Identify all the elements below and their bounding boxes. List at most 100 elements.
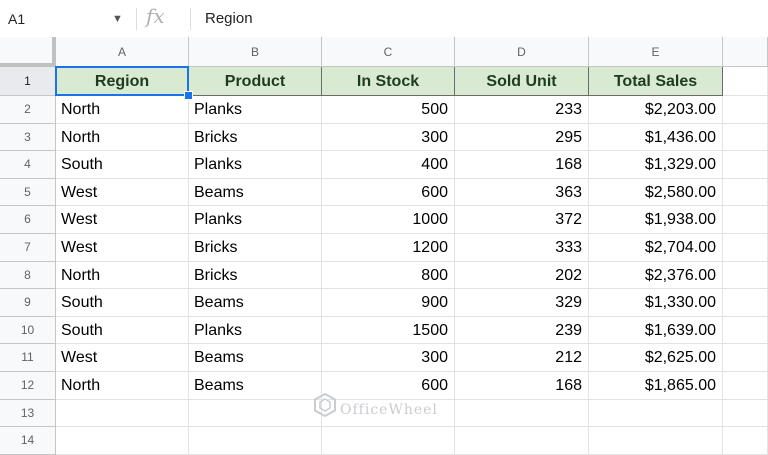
fill-handle[interactable] — [184, 91, 193, 100]
cell[interactable] — [455, 427, 589, 455]
table-cell[interactable]: $1,330.00 — [589, 289, 723, 317]
row-header-14[interactable]: 14 — [0, 427, 56, 455]
row-header-7[interactable]: 7 — [0, 234, 56, 262]
cell[interactable] — [189, 399, 322, 428]
table-cell[interactable]: $2,203.00 — [589, 96, 723, 124]
table-cell[interactable]: 372 — [455, 206, 589, 234]
table-cell[interactable]: 333 — [455, 234, 589, 262]
header-cell[interactable]: Sold Unit — [455, 67, 589, 96]
header-cell[interactable]: Total Sales — [589, 67, 723, 96]
cell[interactable] — [723, 372, 768, 400]
table-cell[interactable]: West — [56, 178, 189, 207]
table-cell[interactable]: West — [56, 234, 189, 262]
column-header-e[interactable]: E — [589, 37, 723, 67]
table-cell[interactable]: $1,938.00 — [589, 206, 723, 234]
header-cell[interactable]: Region — [56, 67, 189, 96]
cell[interactable] — [723, 427, 768, 455]
row-header-4[interactable]: 4 — [0, 151, 56, 179]
select-all-corner[interactable] — [0, 37, 56, 67]
table-cell[interactable]: 1500 — [322, 316, 455, 345]
chevron-down-icon[interactable]: ▼ — [112, 6, 123, 32]
row-header-6[interactable]: 6 — [0, 206, 56, 234]
cell[interactable] — [723, 316, 768, 345]
table-cell[interactable]: 233 — [455, 96, 589, 124]
table-cell[interactable]: 168 — [455, 372, 589, 400]
table-cell[interactable]: 212 — [455, 344, 589, 372]
table-cell[interactable]: Bricks — [189, 234, 322, 262]
table-cell[interactable]: Planks — [189, 206, 322, 234]
table-cell[interactable]: Beams — [189, 372, 322, 400]
name-box[interactable]: A1 ▼ — [0, 6, 133, 32]
cell[interactable] — [56, 427, 189, 455]
cell[interactable] — [723, 123, 768, 152]
cell[interactable] — [723, 67, 768, 96]
cell[interactable] — [723, 234, 768, 262]
table-cell[interactable]: 1200 — [322, 234, 455, 262]
table-cell[interactable]: $1,329.00 — [589, 151, 723, 179]
cell[interactable] — [56, 399, 189, 428]
table-cell[interactable]: Bricks — [189, 123, 322, 152]
row-header-10[interactable]: 10 — [0, 316, 56, 345]
row-header-11[interactable]: 11 — [0, 344, 56, 372]
column-header-c[interactable]: C — [322, 37, 455, 67]
column-header-b[interactable]: B — [189, 37, 322, 67]
table-cell[interactable]: 300 — [322, 123, 455, 152]
table-cell[interactable]: $1,865.00 — [589, 372, 723, 400]
table-cell[interactable]: South — [56, 151, 189, 179]
table-cell[interactable]: West — [56, 206, 189, 234]
header-cell[interactable]: Product — [189, 67, 322, 96]
table-cell[interactable]: North — [56, 96, 189, 124]
cell[interactable] — [723, 206, 768, 234]
table-cell[interactable]: Beams — [189, 289, 322, 317]
table-cell[interactable]: 400 — [322, 151, 455, 179]
cell[interactable] — [589, 427, 723, 455]
table-cell[interactable]: 300 — [322, 344, 455, 372]
cell[interactable] — [455, 399, 589, 428]
table-cell[interactable]: Planks — [189, 316, 322, 345]
row-header-13[interactable]: 13 — [0, 399, 56, 428]
cell[interactable] — [589, 399, 723, 428]
table-cell[interactable]: West — [56, 344, 189, 372]
table-cell[interactable]: South — [56, 289, 189, 317]
table-cell[interactable]: 1000 — [322, 206, 455, 234]
table-cell[interactable]: $1,436.00 — [589, 123, 723, 152]
table-cell[interactable]: 600 — [322, 178, 455, 207]
formula-input[interactable]: Region — [205, 6, 253, 32]
cell[interactable] — [322, 427, 455, 455]
row-header-2[interactable]: 2 — [0, 96, 56, 124]
cell[interactable] — [189, 427, 322, 455]
table-cell[interactable]: 363 — [455, 178, 589, 207]
table-cell[interactable]: North — [56, 123, 189, 152]
table-cell[interactable]: 329 — [455, 289, 589, 317]
cell[interactable] — [723, 344, 768, 372]
header-cell[interactable]: In Stock — [322, 67, 455, 96]
cell[interactable] — [723, 151, 768, 179]
column-header-blank[interactable] — [723, 37, 768, 67]
table-cell[interactable]: 900 — [322, 289, 455, 317]
table-cell[interactable]: 500 — [322, 96, 455, 124]
table-cell[interactable]: $2,704.00 — [589, 234, 723, 262]
table-cell[interactable]: Planks — [189, 151, 322, 179]
row-header-3[interactable]: 3 — [0, 123, 56, 152]
table-cell[interactable]: $1,639.00 — [589, 316, 723, 345]
table-cell[interactable]: $2,376.00 — [589, 261, 723, 290]
table-cell[interactable]: 239 — [455, 316, 589, 345]
row-header-12[interactable]: 12 — [0, 372, 56, 400]
cell[interactable] — [723, 399, 768, 428]
table-cell[interactable]: North — [56, 372, 189, 400]
cell[interactable] — [723, 96, 768, 124]
table-cell[interactable]: Beams — [189, 178, 322, 207]
table-cell[interactable]: South — [56, 316, 189, 345]
table-cell[interactable]: 800 — [322, 261, 455, 290]
row-header-1[interactable]: 1 — [0, 67, 56, 96]
cell[interactable] — [723, 289, 768, 317]
table-cell[interactable]: Planks — [189, 96, 322, 124]
table-cell[interactable]: North — [56, 261, 189, 290]
table-cell[interactable]: 202 — [455, 261, 589, 290]
row-header-8[interactable]: 8 — [0, 261, 56, 290]
column-header-d[interactable]: D — [455, 37, 589, 67]
table-cell[interactable]: Bricks — [189, 261, 322, 290]
table-cell[interactable]: 168 — [455, 151, 589, 179]
cell[interactable] — [723, 261, 768, 290]
column-header-a[interactable]: A — [56, 37, 189, 67]
